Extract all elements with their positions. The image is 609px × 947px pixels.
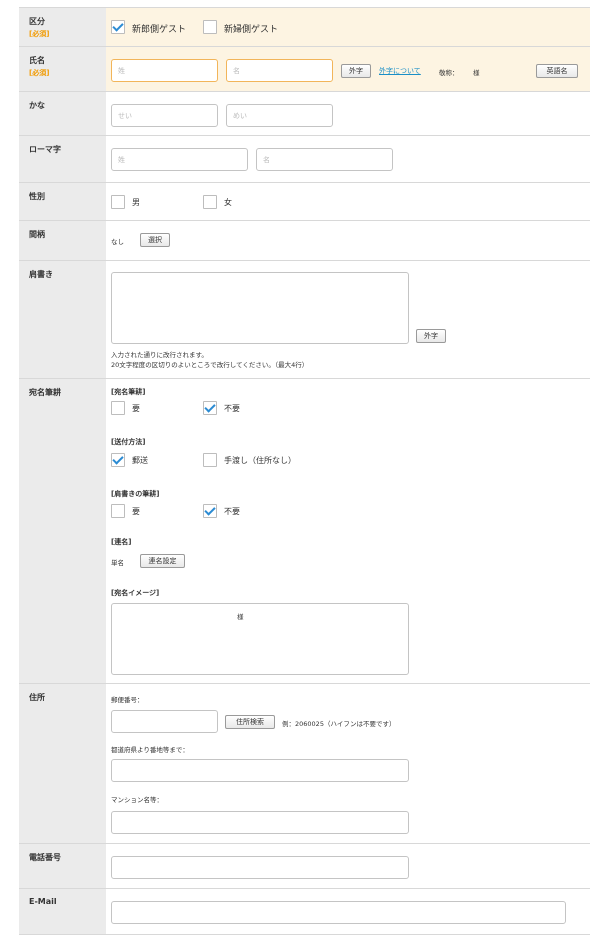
atena-yes-checkbox[interactable]	[111, 401, 125, 415]
row-relation: 間柄 なし 選択	[19, 221, 590, 261]
row-phone: 電話番号	[19, 844, 590, 889]
handover-checkbox[interactable]	[203, 453, 217, 467]
atena-no-checkbox[interactable]	[203, 401, 217, 415]
kana-label: かな	[29, 101, 45, 110]
mail-checkbox[interactable]	[111, 453, 125, 467]
row-address: 住所 郵便番号： 住所検索 例：2060025（ハイフンは不要です） 都道府県よ…	[19, 684, 590, 844]
atena-image-section-title: [宛名イメージ]	[111, 589, 160, 597]
mei-input[interactable]: 名	[226, 59, 333, 82]
phone-input[interactable]	[111, 856, 409, 879]
atena-yes-label: 要	[132, 404, 140, 413]
zip-input[interactable]	[111, 710, 218, 733]
romaji-label: ローマ字	[29, 145, 61, 154]
required-badge: [必須]	[29, 69, 50, 77]
katagaki-hikko-yes-label: 要	[132, 507, 140, 516]
relation-label: 間柄	[29, 230, 45, 239]
mansion-input[interactable]	[111, 811, 409, 834]
atena-label: 宛名筆耕	[29, 388, 61, 397]
email-label: E-Mail	[29, 897, 57, 906]
row-atena: 宛名筆耕 [宛名筆耕] 要 不要 [送付方法] 郵送 手渡し（住所なし） [肩書…	[19, 379, 590, 684]
name-label: 氏名	[29, 56, 45, 65]
kubun-label: 区分	[29, 17, 45, 26]
row-email: E-Mail	[19, 889, 590, 935]
address-search-button[interactable]: 住所検索	[225, 715, 275, 729]
romaji-mei-input[interactable]: 名	[256, 148, 393, 171]
kana-sei-input[interactable]: せい	[111, 104, 218, 127]
atena-image-preview: 様	[111, 603, 409, 675]
zip-label: 郵便番号：	[111, 696, 144, 704]
renmei-value: 単名	[111, 559, 124, 567]
mansion-label: マンション名等：	[111, 796, 163, 804]
row-romaji: ローマ字 姓 名	[19, 136, 590, 183]
groom-side-label: 新郎側ゲスト	[132, 25, 187, 35]
katagaki-gaiji-button[interactable]: 外字	[416, 329, 446, 343]
relation-value: なし	[111, 238, 124, 246]
label-cell: 区分 [必須]	[19, 8, 106, 46]
sei-input[interactable]: 姓	[111, 59, 218, 82]
katagaki-hikko-section-title: [肩書きの筆耕]	[111, 490, 160, 498]
kana-mei-input[interactable]: めい	[226, 104, 333, 127]
zip-example: 例：2060025（ハイフンは不要です）	[282, 720, 396, 728]
katagaki-label: 肩書き	[29, 270, 53, 279]
groom-side-checkbox[interactable]	[111, 20, 125, 34]
guest-form: 区分 [必須] 新郎側ゲスト 新婦側ゲスト 氏名 [必須] 姓 名 外字 外字に…	[19, 7, 590, 935]
gender-label: 性別	[29, 192, 45, 201]
katagaki-hikko-no-checkbox[interactable]	[203, 504, 217, 518]
katagaki-textarea[interactable]	[111, 272, 409, 344]
male-checkbox[interactable]	[111, 195, 125, 209]
mail-label: 郵送	[132, 456, 148, 465]
prefecture-address-input[interactable]	[111, 759, 409, 782]
address-label: 住所	[29, 693, 45, 702]
prefecture-label: 都道府県より番地等まで：	[111, 746, 189, 754]
row-gender: 性別 男 女	[19, 183, 590, 221]
gaiji-info-link[interactable]: 外字について	[379, 66, 421, 76]
renmei-section-title: [連名]	[111, 538, 132, 546]
row-kubun: 区分 [必須] 新郎側ゲスト 新婦側ゲスト	[19, 8, 590, 47]
keisho-value: 様	[473, 69, 480, 77]
gaiji-button[interactable]: 外字	[341, 64, 371, 78]
romaji-sei-input[interactable]: 姓	[111, 148, 248, 171]
required-badge: [必須]	[29, 30, 50, 38]
female-checkbox[interactable]	[203, 195, 217, 209]
row-kana: かな せい めい	[19, 92, 590, 136]
atena-image-text: 様	[237, 613, 244, 621]
handover-label: 手渡し（住所なし）	[224, 456, 296, 465]
bride-side-checkbox[interactable]	[203, 20, 217, 34]
phone-label: 電話番号	[29, 853, 61, 862]
katagaki-note-2: 20文字程度の区切りのよいところで改行してください。（最大4行）	[111, 361, 309, 369]
email-input[interactable]	[111, 901, 566, 924]
katagaki-hikko-no-label: 不要	[224, 507, 240, 516]
delivery-section-title: [送付方法]	[111, 438, 146, 446]
row-katagaki: 肩書き 外字 入力された通りに改行されます。 20文字程度の区切りのよいところで…	[19, 261, 590, 379]
keisho-label: 敬称：	[439, 69, 459, 77]
row-name: 氏名 [必須] 姓 名 外字 外字について 敬称： 様 英語名	[19, 47, 590, 92]
relation-select-button[interactable]: 選択	[140, 233, 170, 247]
atena-no-label: 不要	[224, 404, 240, 413]
atena-section-title: [宛名筆耕]	[111, 388, 146, 396]
renmei-settings-button[interactable]: 連名設定	[140, 554, 185, 568]
katagaki-note-1: 入力された通りに改行されます。	[111, 351, 208, 359]
female-label: 女	[224, 198, 232, 207]
english-name-button[interactable]: 英語名	[536, 64, 578, 78]
bride-side-label: 新婦側ゲスト	[224, 25, 279, 35]
katagaki-hikko-yes-checkbox[interactable]	[111, 504, 125, 518]
male-label: 男	[132, 198, 140, 207]
